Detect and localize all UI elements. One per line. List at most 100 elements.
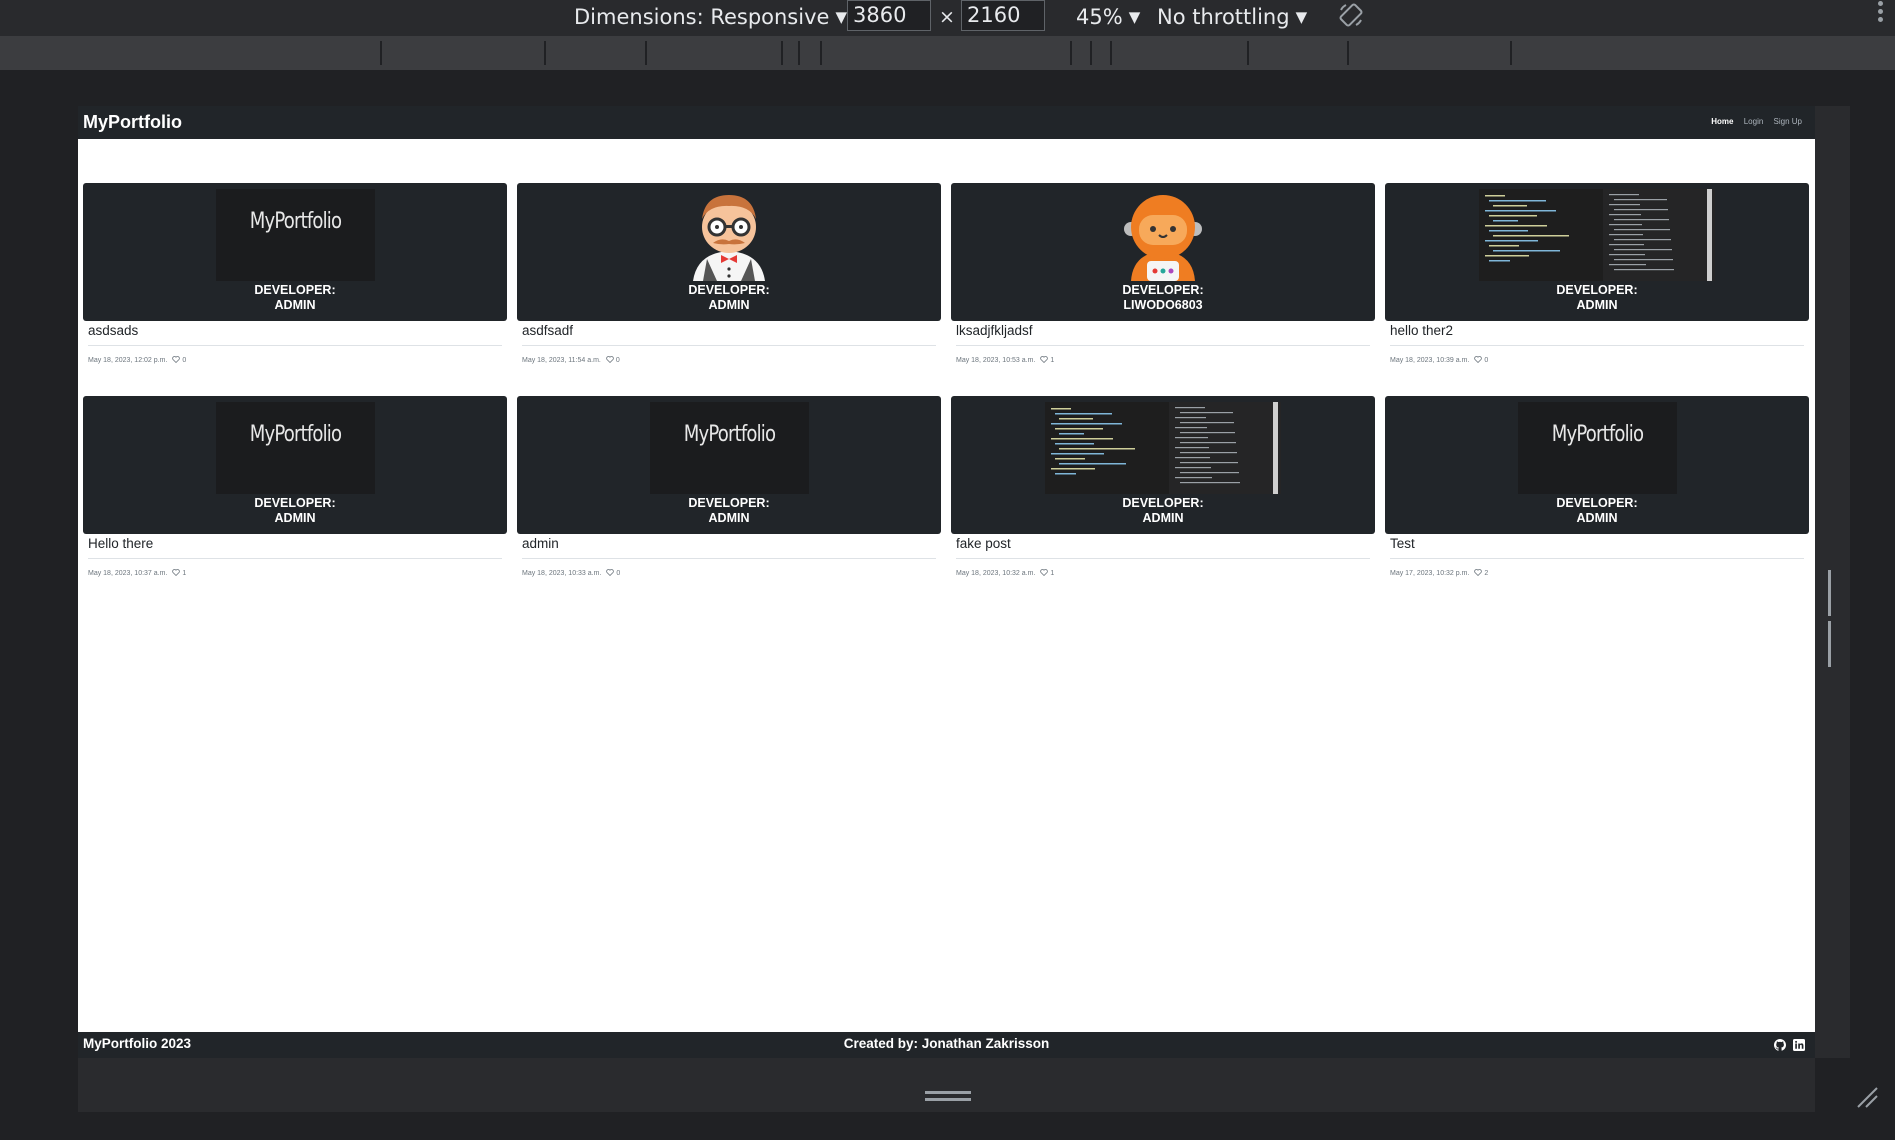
- developer-label: DEVELOPER: ADMIN: [1385, 496, 1809, 526]
- card-divider: [88, 558, 502, 559]
- nav-home[interactable]: Home: [1711, 117, 1733, 126]
- chevron-down-icon: ▼: [1128, 8, 1141, 26]
- media-query-bar[interactable]: [0, 36, 1895, 70]
- post-meta: May 18, 2023, 12:02 p.m. 0: [88, 356, 186, 365]
- like-count: 0: [615, 357, 620, 364]
- post-thumbnail: MyPortfolio: [216, 189, 375, 281]
- post-title[interactable]: admin: [522, 536, 559, 552]
- nav-login[interactable]: Login: [1744, 117, 1764, 126]
- like-count: 1: [182, 570, 187, 577]
- brand-logo[interactable]: MyPortfolio: [83, 110, 182, 134]
- post-date: May 18, 2023, 12:02 p.m.: [88, 357, 168, 364]
- post-thumbnail: MyPortfolio: [1518, 402, 1677, 494]
- post-title[interactable]: asdfsadf: [522, 323, 573, 339]
- post-title[interactable]: lksadjfkljadsf: [956, 323, 1033, 339]
- thumbnail-logo-text: MyPortfolio: [249, 422, 342, 447]
- post-card-image[interactable]: MyPortfolio DEVELOPER: ADMIN: [83, 183, 507, 321]
- corner-resize-icon[interactable]: [1856, 1086, 1878, 1108]
- developer-name: ADMIN: [1142, 511, 1184, 525]
- post-card-image[interactable]: DEVELOPER: ADMIN: [951, 396, 1375, 534]
- post-card-image[interactable]: MyPortfolio DEVELOPER: ADMIN: [517, 396, 941, 534]
- post-card[interactable]: MyPortfolio DEVELOPER: ADMIN admin May 18, 2…: [517, 396, 941, 578]
- code-screenshot-thumbnail: [1479, 189, 1715, 281]
- dimensions-dropdown[interactable]: Dimensions: Responsive ▼: [574, 2, 847, 32]
- github-icon[interactable]: [1774, 1039, 1787, 1051]
- footer-credit: Created by: Jonathan Zakrisson: [843, 1036, 1050, 1051]
- thumbnail-logo-text: MyPortfolio: [1551, 422, 1644, 447]
- post-date: May 18, 2023, 10:33 a.m.: [522, 570, 602, 577]
- post-meta: May 18, 2023, 11:54 a.m. 0: [522, 356, 620, 365]
- developer-prefix: DEVELOPER:: [688, 496, 770, 510]
- throttling-label: No throttling: [1157, 5, 1290, 29]
- developer-label: DEVELOPER: ADMIN: [517, 496, 941, 526]
- post-title[interactable]: fake post: [956, 536, 1011, 552]
- bottom-resize-handle[interactable]: [925, 1091, 971, 1105]
- post-title[interactable]: hello ther2: [1390, 323, 1453, 339]
- developer-name: ADMIN: [708, 298, 750, 312]
- post-title[interactable]: Hello there: [88, 536, 153, 552]
- post-card-image[interactable]: MyPortfolio DEVELOPER: ADMIN: [1385, 396, 1809, 534]
- code-screenshot-thumbnail: [1045, 402, 1281, 494]
- developer-prefix: DEVELOPER:: [254, 496, 336, 510]
- nav-signup[interactable]: Sign Up: [1774, 117, 1802, 126]
- linkedin-icon[interactable]: [1793, 1039, 1805, 1051]
- post-thumbnail: MyPortfolio: [216, 402, 375, 494]
- post-card[interactable]: DEVELOPER: ADMIN hello ther2 May 18, 2023, …: [1385, 183, 1809, 365]
- zoom-label: 45%: [1076, 5, 1123, 29]
- post-title[interactable]: Test: [1390, 536, 1415, 552]
- developer-label: DEVELOPER: ADMIN: [83, 496, 507, 526]
- like-count: 2: [1484, 570, 1489, 577]
- post-meta: May 18, 2023, 10:33 a.m. 0: [522, 569, 620, 578]
- like-count: 0: [182, 357, 187, 364]
- throttling-dropdown[interactable]: No throttling ▼: [1157, 2, 1307, 32]
- post-date: May 18, 2023, 10:32 a.m.: [956, 570, 1036, 577]
- post-card-image[interactable]: MyPortfolio DEVELOPER: ADMIN: [83, 396, 507, 534]
- heart-icon[interactable]: [1474, 356, 1483, 363]
- thumbnail-logo-text: MyPortfolio: [683, 422, 776, 447]
- post-card[interactable]: MyPortfolio DEVELOPER: ADMIN Hello there May…: [83, 396, 507, 577]
- right-resize-handle[interactable]: [1828, 570, 1838, 667]
- heart-icon[interactable]: [1474, 569, 1483, 576]
- post-card[interactable]: MyPortfolio DEVELOPER: ADMIN asdsads May 18,…: [83, 183, 507, 365]
- chevron-down-icon: ▼: [1295, 8, 1308, 26]
- developer-prefix: DEVELOPER:: [1556, 283, 1638, 297]
- developer-prefix: DEVELOPER:: [1122, 496, 1204, 510]
- rotate-icon[interactable]: [1338, 2, 1364, 28]
- post-meta: May 18, 2023, 10:53 a.m. 1: [956, 356, 1054, 365]
- heart-icon[interactable]: [1040, 356, 1049, 363]
- heart-icon[interactable]: [1040, 569, 1049, 576]
- post-card-image[interactable]: DEVELOPER: ADMIN: [517, 183, 941, 321]
- post-card[interactable]: DEVELOPER: ADMIN asdfsadf May 18, 2023, 11:…: [517, 183, 941, 365]
- thumbnail-logo-text: MyPortfolio: [249, 209, 342, 234]
- footer-social-links: [1771, 1039, 1805, 1054]
- post-title[interactable]: asdsads: [88, 323, 138, 339]
- more-options-icon[interactable]: [1878, 1, 1884, 25]
- zoom-dropdown[interactable]: 45% ▼: [1076, 2, 1140, 32]
- dimensions-label: Dimensions: Responsive: [574, 5, 830, 29]
- post-meta: May 17, 2023, 10:32 p.m. 2: [1390, 569, 1488, 578]
- device-viewport: MyPortfolio Home Login Sign Up MyPortfol…: [78, 106, 1815, 1058]
- developer-label: DEVELOPER: ADMIN: [517, 283, 941, 313]
- heart-icon[interactable]: [172, 356, 181, 363]
- post-meta: May 18, 2023, 10:32 a.m. 1: [956, 569, 1054, 578]
- post-card[interactable]: DEVELOPER: LIWODO6803 lksadjfkljadsf May 18…: [951, 183, 1375, 365]
- card-divider: [1390, 345, 1804, 346]
- post-meta: May 18, 2023, 10:39 a.m. 0: [1390, 356, 1488, 365]
- heart-icon[interactable]: [172, 569, 181, 576]
- heart-icon[interactable]: [606, 569, 615, 576]
- post-card[interactable]: DEVELOPER: ADMIN fake post May 18, 2023, 10…: [951, 396, 1375, 578]
- height-input[interactable]: 2160: [961, 0, 1045, 31]
- devtools-device-toolbar: Dimensions: Responsive ▼ 3860 × 2160 45% ▼…: [0, 0, 1895, 36]
- post-card-image[interactable]: DEVELOPER: LIWODO6803: [951, 183, 1375, 321]
- width-input[interactable]: 3860: [847, 0, 931, 31]
- like-count: 1: [1050, 570, 1055, 577]
- post-card[interactable]: MyPortfolio DEVELOPER: ADMIN Test May 17, 20…: [1385, 396, 1809, 578]
- developer-prefix: DEVELOPER:: [1122, 283, 1204, 297]
- post-card-image[interactable]: DEVELOPER: ADMIN: [1385, 183, 1809, 321]
- developer-name: ADMIN: [708, 511, 750, 525]
- developer-label: DEVELOPER: ADMIN: [83, 283, 507, 313]
- heart-icon[interactable]: [606, 356, 614, 363]
- site-navbar: MyPortfolio Home Login Sign Up: [78, 106, 1815, 139]
- post-date: May 17, 2023, 10:32 p.m.: [1390, 570, 1470, 577]
- chevron-down-icon: ▼: [835, 8, 847, 26]
